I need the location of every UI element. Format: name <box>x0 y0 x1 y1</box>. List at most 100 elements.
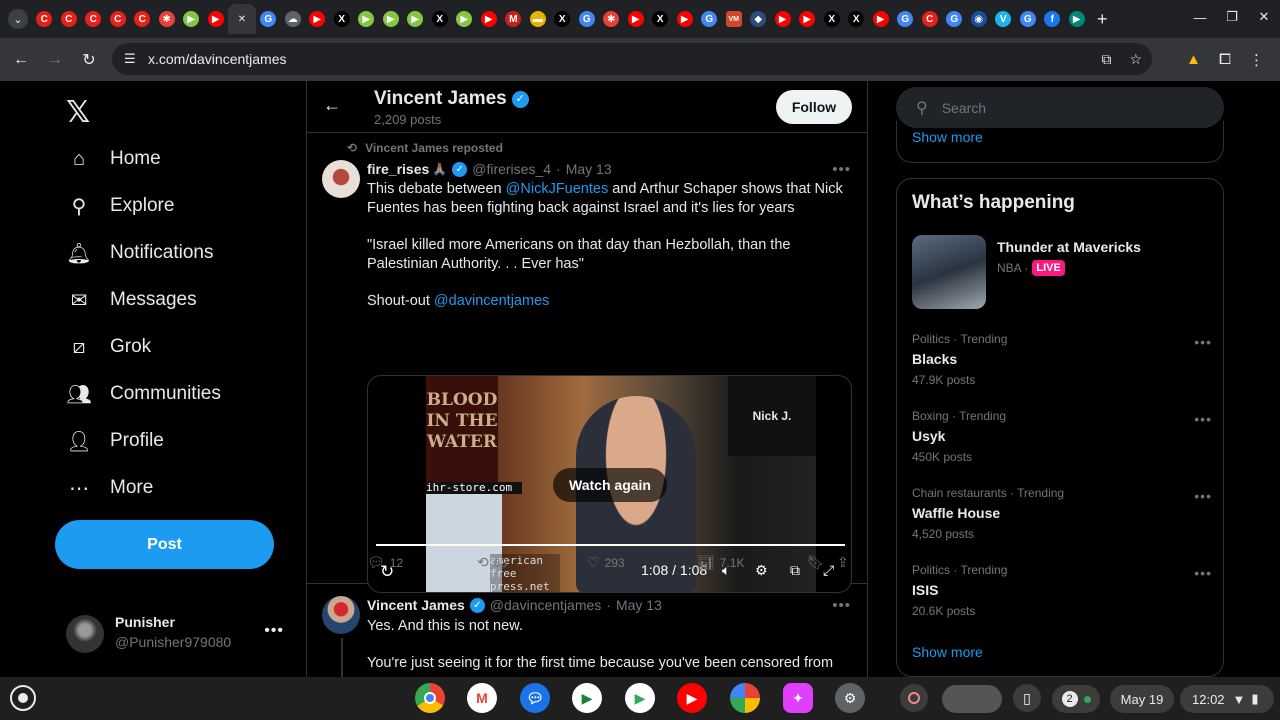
browser-tab[interactable]: G <box>1016 4 1041 34</box>
browser-tab[interactable]: ▶ <box>1065 4 1090 34</box>
browser-tab[interactable]: G <box>942 4 967 34</box>
browser-tab[interactable]: ▶ <box>305 4 330 34</box>
browser-tab[interactable]: C <box>32 4 57 34</box>
browser-tab[interactable]: ☁ <box>281 4 306 34</box>
trend-item[interactable]: Boxing · Trending Usyk 450K posts ••• <box>912 409 1212 464</box>
browser-tab[interactable]: X <box>820 4 845 34</box>
author-handle[interactable]: @davincentjames <box>490 597 602 613</box>
browser-tab[interactable]: X <box>648 4 673 34</box>
back-arrow-icon[interactable]: ← <box>323 95 341 116</box>
screen-record-icon[interactable] <box>900 684 928 712</box>
x-logo-icon[interactable]: 𝕏 <box>66 95 90 130</box>
browser-tab[interactable]: ✱ <box>155 4 180 34</box>
author-name[interactable]: fire_rises <box>367 161 429 177</box>
browser-tab[interactable]: C <box>106 4 131 34</box>
browser-tab[interactable]: ▬ <box>526 4 551 34</box>
reply-button[interactable]: 💬︎ 12 <box>367 554 403 571</box>
browser-tab[interactable]: C <box>918 4 943 34</box>
launcher-button[interactable] <box>10 685 36 711</box>
browser-tab[interactable]: G <box>893 4 918 34</box>
browser-tab[interactable]: ▶ <box>624 4 649 34</box>
browser-tab[interactable]: ▶ <box>771 4 796 34</box>
minimize-button[interactable]: — <box>1184 0 1216 34</box>
event-title[interactable]: Thunder at Mavericks <box>997 239 1141 255</box>
menu-icon[interactable]: ⋮ <box>1249 51 1264 69</box>
more-options-icon[interactable]: ••• <box>1194 565 1212 581</box>
author-name[interactable]: Vincent James <box>367 597 465 613</box>
date-tray[interactable]: May 19 <box>1110 685 1174 713</box>
tweet[interactable]: Vincent James ✓ @davincentjames · May 13… <box>307 584 867 677</box>
chrome-icon[interactable] <box>415 683 445 713</box>
phone-hub-icon[interactable]: ▯ <box>1013 684 1041 712</box>
browser-tab[interactable]: ▶ <box>179 4 204 34</box>
messages-icon[interactable]: 💬︎ <box>520 683 550 713</box>
bookmark-star-icon[interactable]: ☆ <box>1129 51 1142 68</box>
browser-tab[interactable]: ▶ <box>477 4 502 34</box>
browser-tab[interactable]: ▶ <box>403 4 428 34</box>
more-options-icon[interactable]: ••• <box>1194 411 1212 427</box>
photos-icon[interactable] <box>730 683 760 713</box>
watch-again-button[interactable]: Watch again <box>553 468 667 502</box>
settings-gear-icon[interactable]: ⚙ <box>755 562 768 579</box>
drive-icon[interactable]: ▲ <box>1186 51 1201 68</box>
trend-item[interactable]: Politics · Trending Blacks 47.9K posts ••• <box>912 332 1212 387</box>
more-options-icon[interactable]: ••• <box>1194 488 1212 504</box>
tweet-date[interactable]: May 13 <box>566 161 612 177</box>
event-thumbnail[interactable] <box>912 235 986 309</box>
notification-tray[interactable]: 2 <box>1052 685 1100 713</box>
views-button[interactable]: 📊︎ 7.1K <box>697 554 744 571</box>
search-input[interactable]: ⚲ Search <box>896 87 1224 128</box>
follow-button[interactable]: Follow <box>776 90 852 124</box>
more-options-icon[interactable]: ••• <box>1194 334 1212 350</box>
browser-tab[interactable]: VM <box>722 4 747 34</box>
video-progress-bar[interactable] <box>376 544 845 546</box>
forward-button[interactable]: → <box>38 43 72 77</box>
app-icon[interactable]: ✦ <box>783 683 813 713</box>
bookmark-button[interactable]: 🔖︎ <box>807 554 825 571</box>
mention-link[interactable]: @davincentjames <box>434 293 549 309</box>
avatar[interactable] <box>322 596 360 634</box>
nav-item-profile[interactable]: 👤︎ Profile <box>66 426 164 456</box>
browser-tab[interactable]: V <box>991 4 1016 34</box>
site-info-icon[interactable]: ☰ <box>124 51 144 67</box>
new-tab-button[interactable]: + <box>1097 9 1108 30</box>
browser-tab[interactable]: X <box>844 4 869 34</box>
nav-item-home[interactable]: ⌂ Home <box>66 144 161 174</box>
nav-item-grok[interactable]: ⧄ Grok <box>66 332 152 362</box>
show-more-link[interactable]: Show more <box>912 129 983 145</box>
browser-tab[interactable]: f <box>1040 4 1065 34</box>
reload-button[interactable]: ↻ <box>72 43 106 77</box>
holding-space-icon[interactable] <box>942 685 1002 713</box>
youtube-icon[interactable]: ▶ <box>677 683 707 713</box>
browser-tab[interactable]: ▶ <box>795 4 820 34</box>
nav-item-communities[interactable]: 👥︎ Communities <box>66 379 221 409</box>
back-button[interactable]: ← <box>4 43 38 77</box>
browser-tab[interactable]: ▶ <box>379 4 404 34</box>
nav-item-messages[interactable]: ✉ Messages <box>66 285 197 315</box>
install-app-icon[interactable]: ⧉ <box>1101 51 1111 68</box>
more-options-icon[interactable]: ••• <box>832 161 851 178</box>
browser-tab[interactable]: G <box>697 4 722 34</box>
tweet-date[interactable]: May 13 <box>616 597 662 613</box>
browser-tab[interactable]: G <box>575 4 600 34</box>
pip-icon[interactable]: ⧉ <box>790 562 800 579</box>
nav-item-notifications[interactable]: 🔔︎ Notifications <box>66 238 213 268</box>
browser-tab[interactable]: ▶ <box>204 4 229 34</box>
browser-tab[interactable]: ▶ <box>673 4 698 34</box>
trend-item[interactable]: Politics · Trending ISIS 20.6K posts ••• <box>912 563 1212 618</box>
browser-tab[interactable]: C <box>57 4 82 34</box>
browser-tab[interactable]: ▶ <box>869 4 894 34</box>
nav-item-explore[interactable]: ⚲ Explore <box>66 191 175 221</box>
more-options-icon[interactable]: ••• <box>832 597 851 614</box>
show-more-link[interactable]: Show more <box>912 644 983 660</box>
browser-tab[interactable]: ▶ <box>354 4 379 34</box>
browser-tab[interactable]: C <box>130 4 155 34</box>
status-area[interactable]: 12:02 ▼ ▮ <box>1180 685 1274 713</box>
url-text[interactable]: x.com/davincentjames <box>148 51 287 67</box>
trend-item[interactable]: Chain restaurants · Trending Waffle House… <box>912 486 1212 541</box>
browser-tab[interactable]: G <box>256 4 281 34</box>
extensions-icon[interactable]: ⧠ <box>1219 51 1231 68</box>
repost-button[interactable]: ⟲ 63 <box>477 554 507 571</box>
mention-link[interactable]: @NickJFuentes <box>506 181 609 197</box>
tweet[interactable]: ⟲ Vincent James reposted fire_rises 🙏🏽 ✓ … <box>307 133 867 593</box>
